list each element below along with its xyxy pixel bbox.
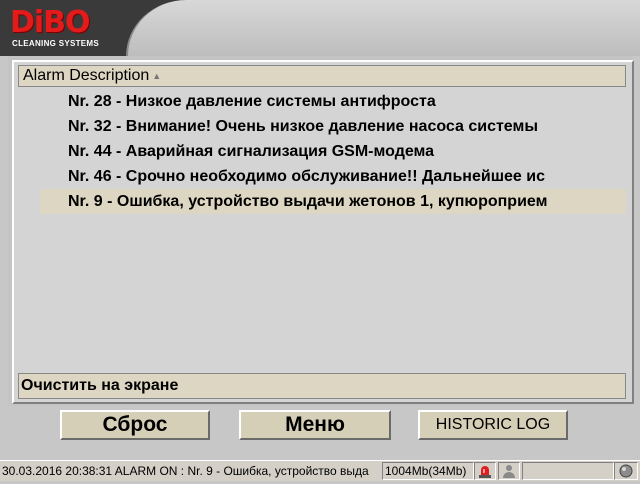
status-message: 30.03.2016 20:38:31 ALARM ON : Nr. 9 - О… (2, 464, 369, 478)
alarm-list: Alarm Description ▲ Nr. 28 - Низкое давле… (12, 60, 634, 404)
alarm-row[interactable]: Nr. 32 - Внимание! Очень низкое давление… (18, 114, 626, 139)
clear-on-screen[interactable]: Очистить на экране (18, 373, 626, 399)
sort-arrow-icon: ▲ (152, 71, 162, 81)
person-icon (498, 462, 520, 480)
alarm-row[interactable]: Nr. 28 - Низкое давление системы антифро… (18, 89, 626, 114)
column-header-label: Alarm Description (23, 67, 150, 84)
status-cell (522, 462, 614, 480)
reset-button[interactable]: Сброс (60, 410, 210, 440)
status-bar: 30.03.2016 20:38:31 ALARM ON : Nr. 9 - О… (0, 460, 640, 481)
alarm-row[interactable]: Nr. 46 - Срочно необходимо обслуживание!… (18, 164, 626, 189)
alarm-light-icon (474, 462, 496, 480)
alarm-row-selected[interactable]: Nr. 9 - Ошибка, устройство выдачи жетоно… (40, 189, 626, 214)
logo-tagline: CLEANING SYSTEMS (12, 39, 100, 48)
alarm-row[interactable]: Nr. 44 - Аварийная сигнализация GSM-моде… (18, 139, 626, 164)
memory-usage: 1004Mb(34Mb) (382, 462, 474, 480)
status-indicator-icon (614, 462, 638, 480)
app-header: DiBO CLEANING SYSTEMS (0, 0, 640, 56)
alarm-panel: Alarm Description ▲ Nr. 28 - Низкое давле… (8, 56, 634, 406)
menu-button[interactable]: Меню (239, 410, 391, 440)
logo-text: DiBO (10, 5, 91, 40)
column-header-alarm-description[interactable]: Alarm Description ▲ (18, 65, 626, 87)
alarm-rows: Nr. 28 - Низкое давление системы антифро… (18, 89, 626, 339)
dibo-logo: DiBO CLEANING SYSTEMS (10, 8, 120, 50)
header-tab (126, 0, 640, 56)
historic-log-button[interactable]: HISTORIC LOG (418, 410, 568, 440)
